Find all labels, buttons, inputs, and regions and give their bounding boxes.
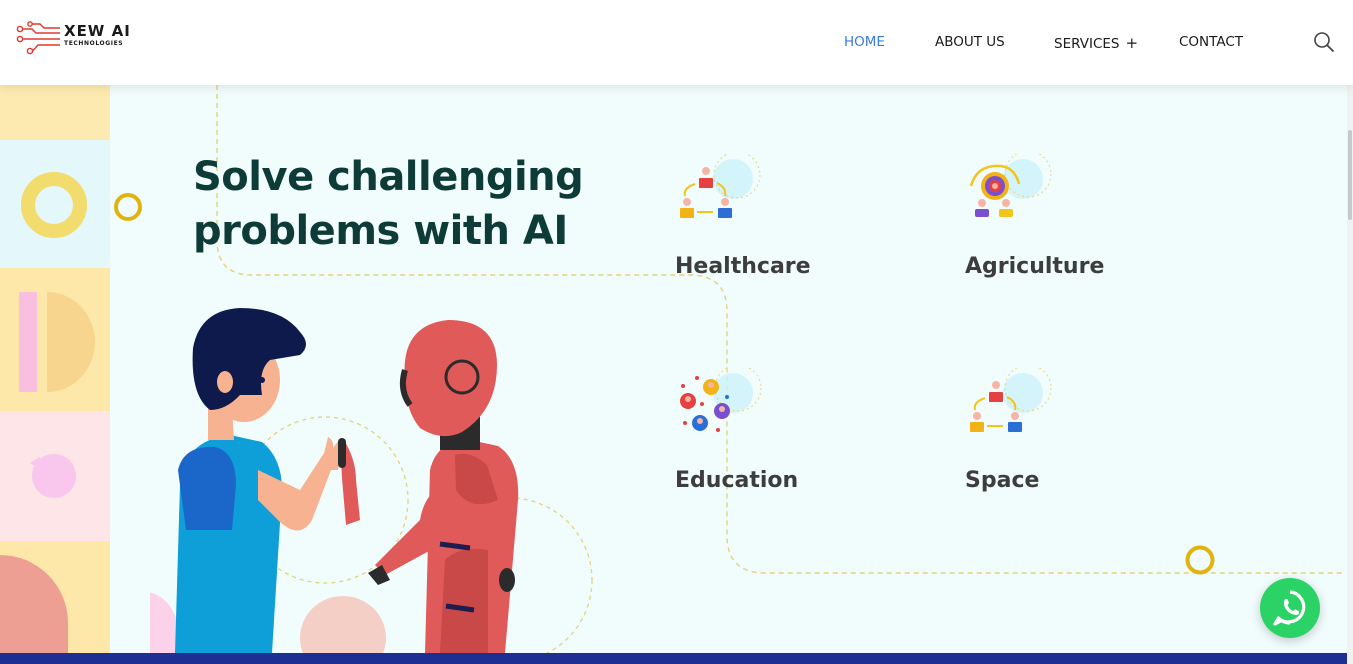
boy-figure [175,308,341,653]
nav-services[interactable]: SERVICES + [1054,34,1138,52]
category-education[interactable]: Education [675,368,915,508]
category-healthcare[interactable]: Healthcare [675,154,915,294]
logo[interactable]: XEW AI TECHNOLOGIES [16,18,146,58]
nav-home[interactable]: HOME [844,34,885,50]
hero-headline-line2: problems with AI [193,208,568,254]
nav-services-label: SERVICES [1054,36,1120,52]
hero-illustration [150,308,593,660]
healthcare-icon [680,154,761,218]
scrollbar-thumb[interactable] [1348,130,1352,220]
space-icon [970,368,1052,432]
category-label: Education [675,468,799,493]
logo-name: XEW AI [64,22,131,40]
logo-subtitle: TECHNOLOGIES [64,40,124,47]
category-space[interactable]: Space [965,368,1205,508]
footer-bar [0,653,1353,664]
category-agriculture[interactable]: Agriculture [965,154,1205,294]
nav-contact[interactable]: CONTACT [1179,34,1243,50]
scrollbar[interactable] [1347,85,1353,664]
category-label: Healthcare [675,254,811,279]
category-label: Space [965,468,1040,493]
page: XEW AI TECHNOLOGIES HOME ABOUT US SERVIC… [0,0,1353,664]
nav-about-us[interactable]: ABOUT US [935,34,1005,50]
agriculture-icon [969,154,1052,217]
left-decor-strip [0,85,110,664]
plus-icon: + [1125,34,1139,52]
whatsapp-button[interactable] [1260,578,1320,638]
education-icon [680,368,762,432]
search-icon[interactable] [1312,30,1336,54]
hero-headline-line1: Solve challenging [193,154,584,200]
whatsapp-icon [1273,590,1306,626]
category-label: Agriculture [965,254,1105,279]
logo-circuit-icon [16,21,60,55]
site-header: XEW AI TECHNOLOGIES HOME ABOUT US SERVIC… [0,0,1353,85]
hero-headline: Solve challenging problems with AI [193,150,613,258]
